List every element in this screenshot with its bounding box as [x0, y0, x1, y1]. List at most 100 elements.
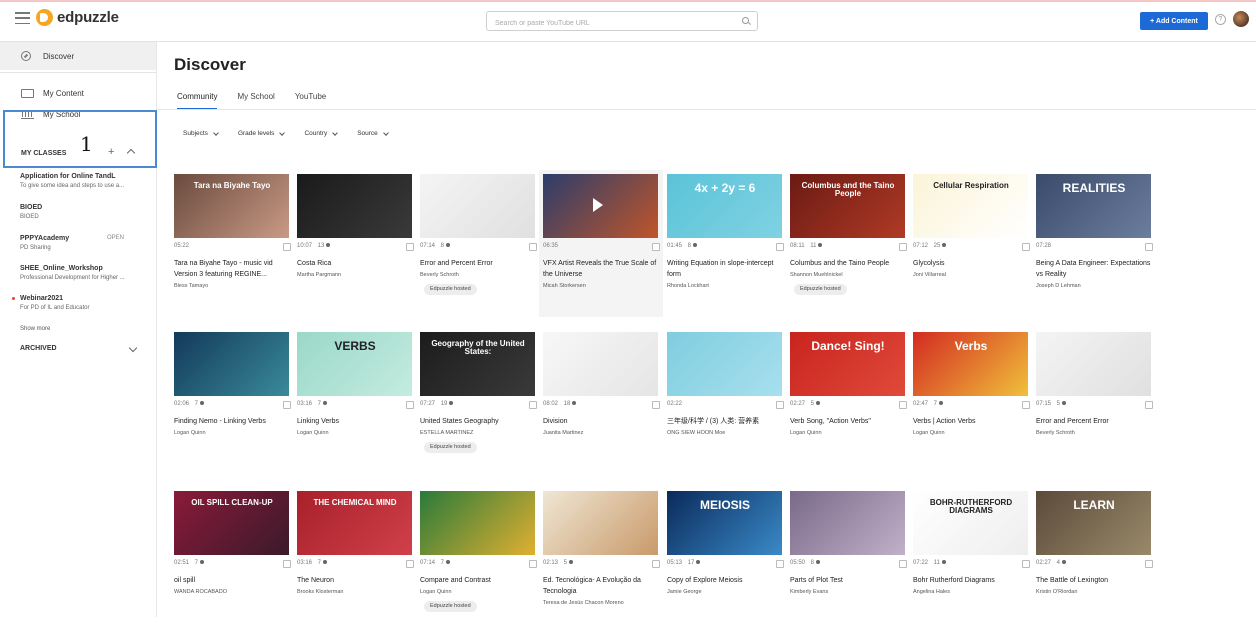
select-checkbox[interactable]	[776, 243, 784, 251]
video-card[interactable]: BOHR-RUTHERFORD DIAGRAMS 07:22 11 Bohr Rut…	[913, 491, 1031, 641]
video-title[interactable]: Linking Verbs	[297, 416, 414, 427]
sidebar-item-my-content[interactable]: My Content	[0, 85, 156, 101]
select-checkbox[interactable]	[1022, 401, 1030, 409]
video-title[interactable]: Finding Nemo - Linking Verbs	[174, 416, 291, 427]
video-author[interactable]: Logan Quinn	[420, 589, 452, 595]
video-author[interactable]: Logan Quinn	[174, 430, 206, 436]
video-card[interactable]: 02:13 5 Ed. Tecnológica- A Evolução da Te…	[543, 491, 661, 641]
video-title[interactable]: Compare and Contrast	[420, 575, 537, 586]
video-thumbnail[interactable]	[297, 174, 412, 238]
video-thumbnail[interactable]	[667, 332, 782, 396]
video-thumbnail[interactable]: Geography of the United States:	[420, 332, 535, 396]
video-title[interactable]: oil spill	[174, 575, 291, 586]
select-checkbox[interactable]	[776, 560, 784, 568]
class-item[interactable]: BIOED BIOED	[20, 203, 150, 222]
select-checkbox[interactable]	[406, 243, 414, 251]
video-author[interactable]: Kristin O'Riordan	[1036, 589, 1077, 595]
video-author[interactable]: ONG SIEW HOON Moe	[667, 430, 725, 436]
search-icon[interactable]	[742, 17, 749, 24]
video-author[interactable]: Bless Tamayo	[174, 283, 208, 289]
video-title[interactable]: Error and Percent Error	[420, 258, 537, 269]
select-checkbox[interactable]	[283, 243, 291, 251]
video-author[interactable]: Logan Quinn	[790, 430, 822, 436]
video-card[interactable]: Dance! Sing! 02:27 5 Verb Song, "Action Ve…	[790, 332, 908, 482]
video-thumbnail[interactable]: LEARN	[1036, 491, 1151, 555]
video-thumbnail[interactable]	[1036, 332, 1151, 396]
video-card[interactable]: Cellular Respiration 07:12 25 Glycolysis Jo…	[913, 174, 1031, 324]
video-title[interactable]: Verb Song, "Action Verbs"	[790, 416, 907, 427]
video-card[interactable]: 07:15 5 Error and Percent Error Beverly Sc…	[1036, 332, 1154, 482]
video-author[interactable]: Micah Storkersen	[543, 283, 586, 289]
video-card[interactable]: 05:50 8 Parts of Plot Test Kimberly Evans	[790, 491, 908, 641]
video-title[interactable]: Error and Percent Error	[1036, 416, 1153, 427]
select-checkbox[interactable]	[776, 401, 784, 409]
video-thumbnail[interactable]: Dance! Sing!	[790, 332, 905, 396]
class-item[interactable]: SHEE_Online_Workshop Professional Develo…	[20, 264, 150, 283]
select-checkbox[interactable]	[652, 401, 660, 409]
video-author[interactable]: Logan Quinn	[913, 430, 945, 436]
video-card[interactable]: 07:14 8 Error and Percent Error Beverly Sc…	[420, 174, 538, 324]
video-author[interactable]: WANDA ROCABADO	[174, 589, 227, 595]
video-author[interactable]: Kimberly Evans	[790, 589, 828, 595]
video-card[interactable]: MEIOSIS 05:13 17 Copy of Explore Meiosis Ja…	[667, 491, 785, 641]
video-author[interactable]: Rhonda Lockhart	[667, 283, 709, 289]
add-content-button[interactable]: + Add Content	[1140, 12, 1208, 30]
filter-grade-levels[interactable]: Grade levels	[238, 129, 286, 137]
video-author[interactable]: Beverly Schroth	[420, 272, 459, 278]
video-card[interactable]: Tara na Biyahe Tayo 05:22 Tara na Biyahe T…	[174, 174, 292, 324]
video-title[interactable]: The Battle of Lexington	[1036, 575, 1153, 586]
filter-subjects[interactable]: Subjects	[183, 129, 219, 137]
video-title[interactable]: Verbs | Action Verbs	[913, 416, 1030, 427]
video-title[interactable]: United States Geography	[420, 416, 537, 427]
class-item[interactable]: Webinar2021 For PD of IL and Educator	[12, 294, 150, 313]
video-thumbnail[interactable]	[420, 174, 535, 238]
video-author[interactable]: ESTELLA MARTINEZ	[420, 430, 473, 436]
video-card[interactable]: 4x + 2y = 6 01:45 8 Writing Equation in sl…	[667, 174, 785, 324]
video-author[interactable]: Beverly Schroth	[1036, 430, 1075, 436]
chevron-up-icon[interactable]	[126, 148, 136, 158]
video-author[interactable]: Teresa de Jesús Chacon Moreno	[543, 600, 624, 606]
video-author[interactable]: Joseph D Lehman	[1036, 283, 1081, 289]
filter-country[interactable]: Country	[304, 129, 339, 137]
plus-icon[interactable]: +	[108, 146, 114, 158]
video-thumbnail[interactable]: OIL SPILL CLEAN-UP	[174, 491, 289, 555]
select-checkbox[interactable]	[1145, 560, 1153, 568]
video-thumbnail[interactable]	[790, 491, 905, 555]
video-title[interactable]: Parts of Plot Test	[790, 575, 907, 586]
tab-youtube[interactable]: YouTube	[295, 92, 326, 110]
select-checkbox[interactable]	[283, 401, 291, 409]
video-author[interactable]: Jamie George	[667, 589, 702, 595]
video-thumbnail[interactable]	[174, 332, 289, 396]
video-thumbnail[interactable]: Verbs	[913, 332, 1028, 396]
select-checkbox[interactable]	[652, 243, 660, 251]
video-card[interactable]: 08:02 18 Division Juanita Martinez	[543, 332, 661, 482]
filter-source[interactable]: Source	[357, 129, 389, 137]
video-card[interactable]: 02:22 三年级/科学 / (3) 人类: 营养素 ONG SIEW HOON M…	[667, 332, 785, 482]
video-title[interactable]: Tara na Biyahe Tayo - music vid Version …	[174, 258, 291, 280]
video-card[interactable]: REALITIES 07:28 Being A Data Engineer: Exp…	[1036, 174, 1154, 324]
select-checkbox[interactable]	[652, 560, 660, 568]
select-checkbox[interactable]	[899, 243, 907, 251]
video-card[interactable]: Geography of the United States: 07:27 19 U…	[420, 332, 538, 482]
video-card[interactable]: Verbs 02:47 7 Verbs | Action Verbs Logan Qu…	[913, 332, 1031, 482]
select-checkbox[interactable]	[406, 401, 414, 409]
edpuzzle-logo[interactable]: edpuzzle	[36, 9, 119, 26]
video-author[interactable]: Juanita Martinez	[543, 430, 583, 436]
select-checkbox[interactable]	[1022, 243, 1030, 251]
video-title[interactable]: VFX Artist Reveals the True Scale of the…	[543, 258, 660, 280]
avatar[interactable]	[1233, 11, 1249, 27]
select-checkbox[interactable]	[899, 560, 907, 568]
video-thumbnail[interactable]	[543, 491, 658, 555]
video-thumbnail[interactable]	[543, 332, 658, 396]
video-card[interactable]: 07:14 7 Compare and Contrast Logan Quinn Ed…	[420, 491, 538, 641]
video-title[interactable]: Glycolysis	[913, 258, 1030, 269]
tab-community[interactable]: Community	[177, 92, 218, 110]
video-thumbnail[interactable]: Cellular Respiration	[913, 174, 1028, 238]
video-title[interactable]: The Neuron	[297, 575, 414, 586]
video-author[interactable]: Shannon Muehlnickel	[790, 272, 843, 278]
video-thumbnail[interactable]: REALITIES	[1036, 174, 1151, 238]
show-more-link[interactable]: Show more	[20, 326, 50, 332]
tab-my-school[interactable]: My School	[237, 92, 274, 110]
sidebar-item-my-school[interactable]: My School	[0, 106, 156, 122]
video-author[interactable]: Angelina Hales	[913, 589, 950, 595]
